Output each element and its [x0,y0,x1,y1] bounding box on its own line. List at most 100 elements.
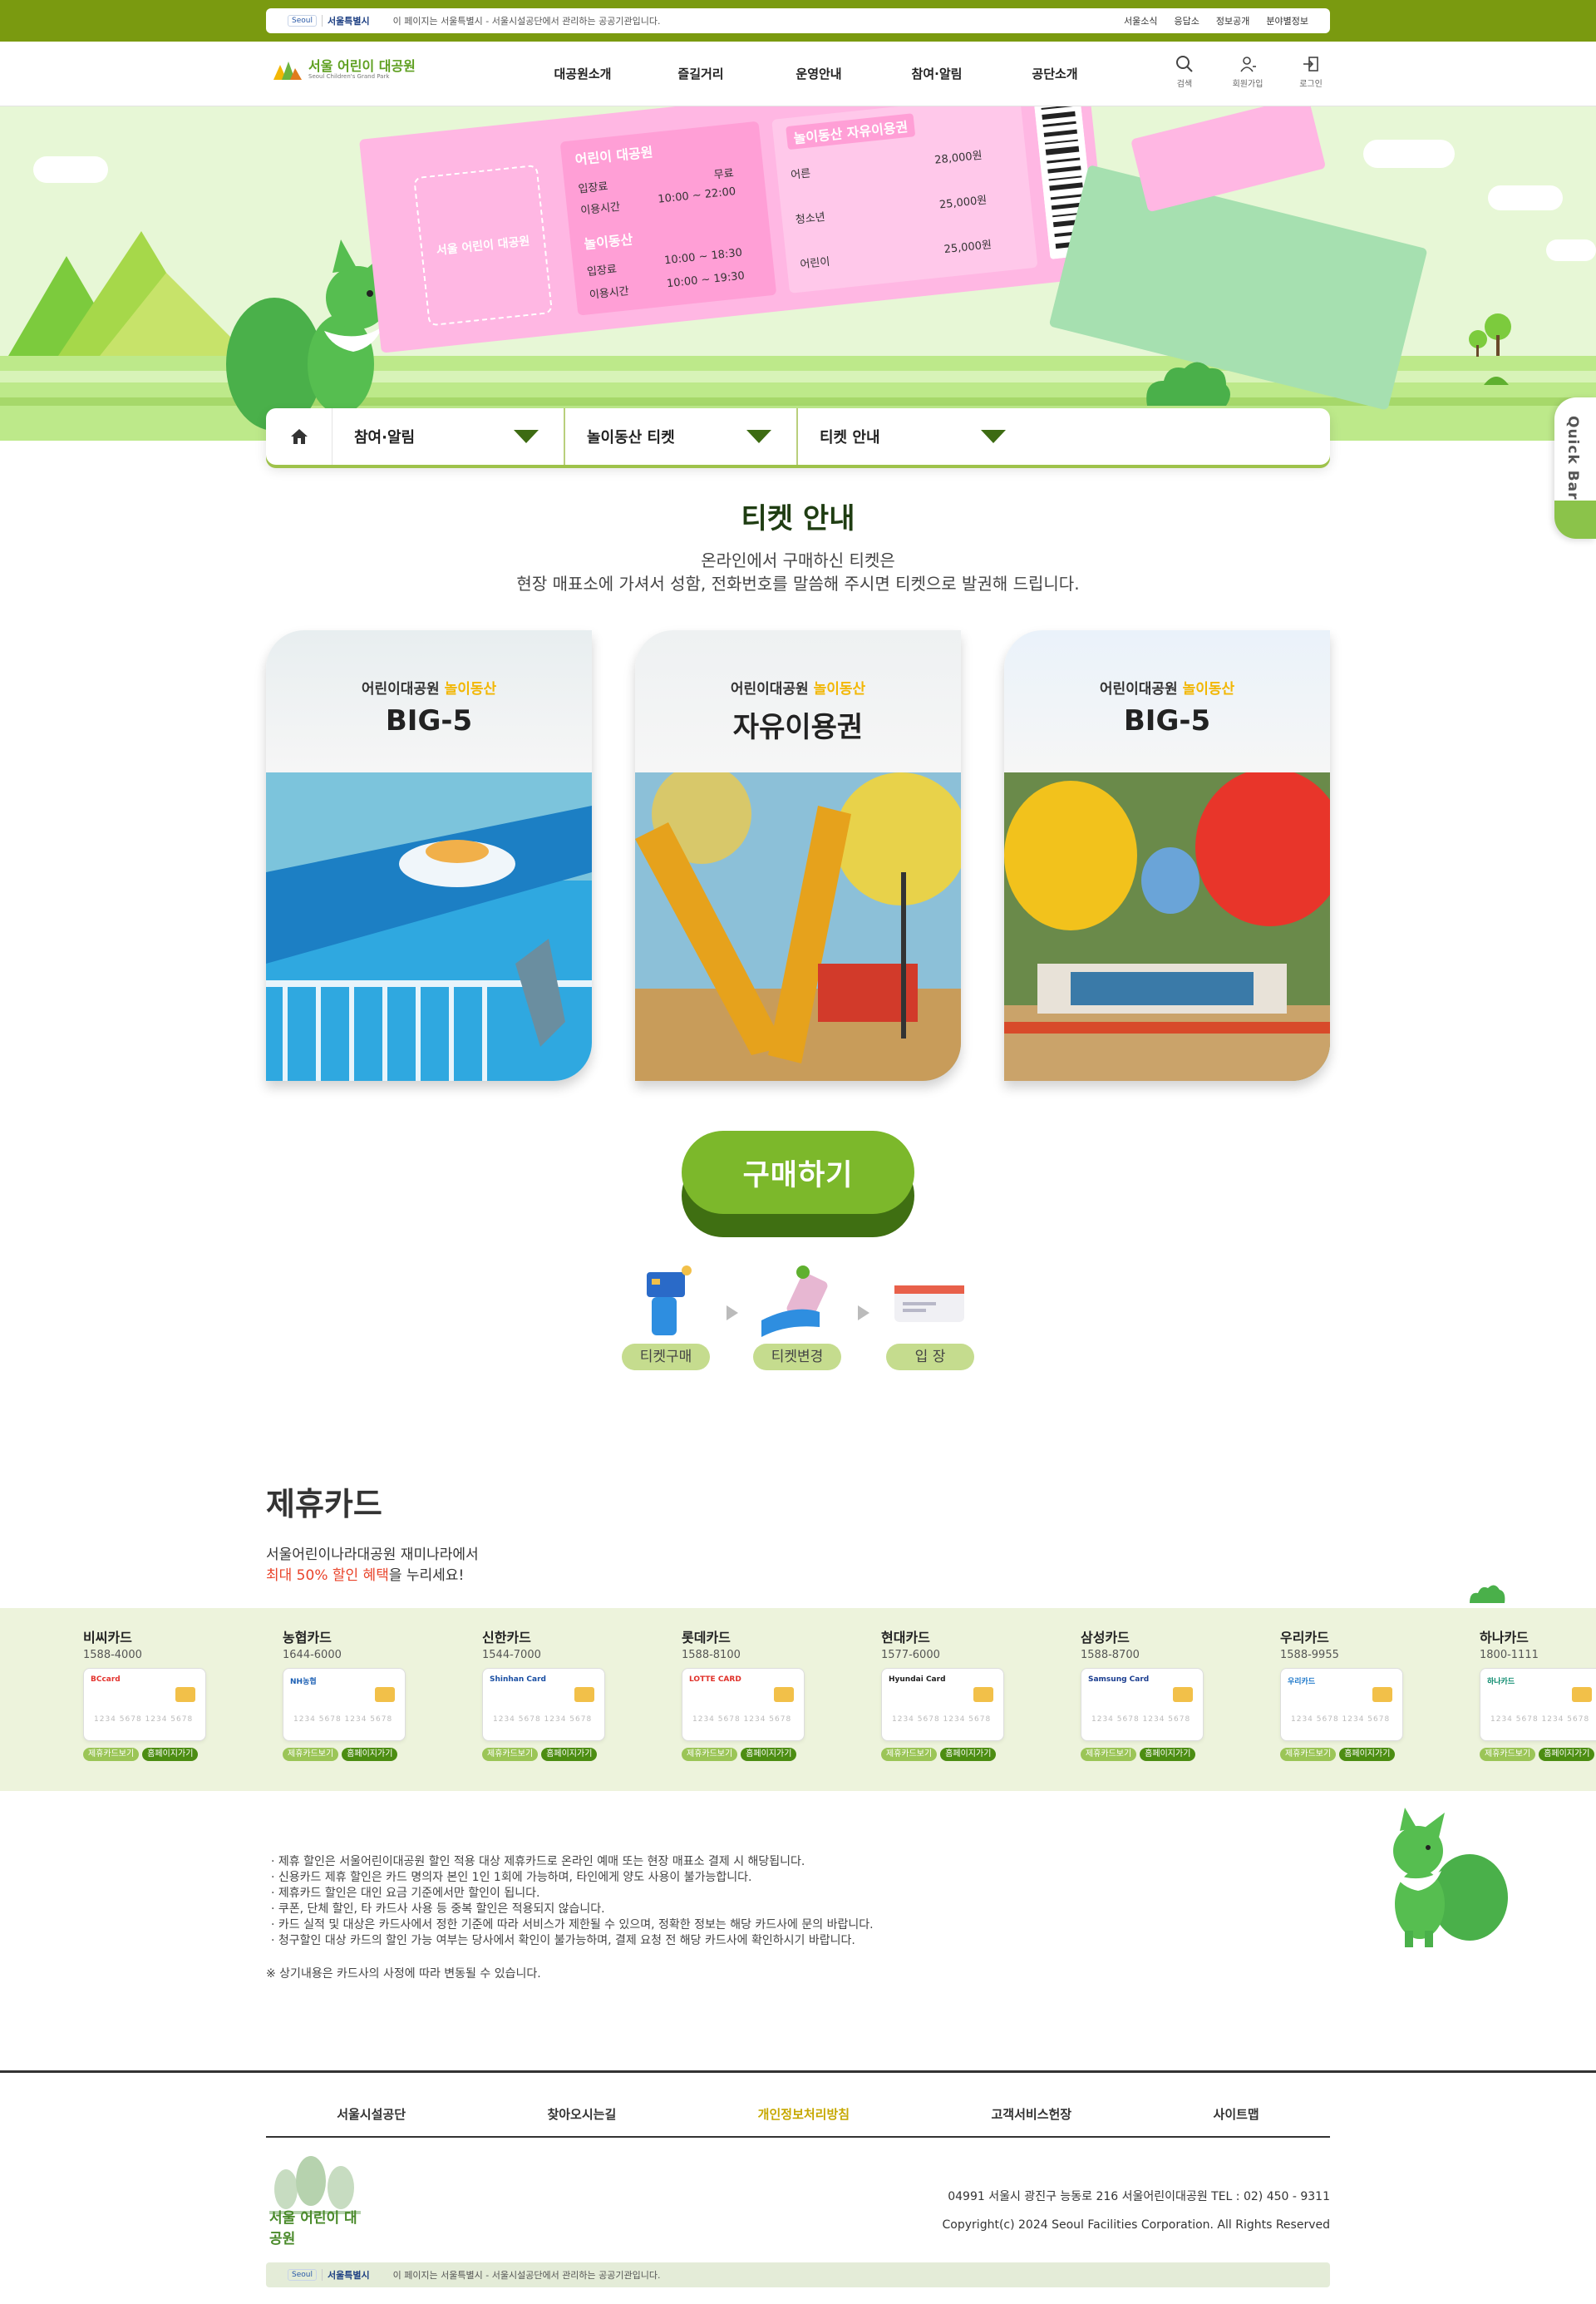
partner-card-nh: 농협카드 1644-6000 NH농협 1234 5678 1234 5678 제… [283,1626,407,1761]
chip-icon [973,1687,993,1702]
logo-korean: 서울 어린이 대공원 [308,58,416,74]
card-homepage-button[interactable]: 홈페이지가기 [1339,1748,1396,1761]
card-subtitle: 어린이대공원 놀이동산 [1004,677,1330,698]
login-button[interactable]: 로그인 [1292,55,1330,89]
nav-operations[interactable]: 운영안내 [760,42,878,106]
card-subtitle-ride: 놀이동산 [444,681,497,698]
notice-item: · 쿠폰, 단체 할인, 타 카드사 사용 등 중복 할인은 적용되지 않습니다… [271,1902,605,1916]
ticket-park-entry: 입장료 [577,180,609,196]
gov-logos[interactable]: Seoul 서울특별시 [288,14,370,27]
card-view-button[interactable]: 제휴카드보기 [682,1748,738,1761]
gov-logos[interactable]: Seoul 서울특별시 [288,2268,370,2282]
search-button[interactable]: 검색 [1165,55,1204,89]
subnav-depth3-label: 티켓 안내 [820,429,880,446]
ticket-ride-hours-val: 10:00 ~ 19:30 [666,269,746,291]
home-button[interactable] [266,408,332,465]
nav-attractions[interactable]: 즐길거리 [642,42,760,106]
step-purchase: 티켓구매 [622,1262,710,1370]
card-homepage-button[interactable]: 홈페이지가기 [940,1748,997,1761]
hero-banner: 서울 어린이 대공원 어린이 대공원 입장료 무료 이용시간 10:00 ~ 2… [0,106,1596,441]
card-homepage-button[interactable]: 홈페이지가기 [541,1748,598,1761]
price-label-youth: 청소년 [795,210,826,227]
page-title: 티켓 안내 [741,502,855,535]
partner-card-desc-line1: 서울어린이나라대공원 재미나라에서 [266,1547,479,1563]
card-tel: 1588-4000 [83,1649,142,1661]
partner-card-samsung: 삼성카드 1588-8700 Samsung Card 1234 5678 123… [1081,1626,1205,1761]
chevron-down-icon [514,430,539,443]
chip-icon [1572,1687,1592,1702]
chip-icon [1173,1687,1193,1702]
subnav-depth1-dropdown[interactable]: 참여·알림 [332,408,565,465]
price-value-youth: 25,000원 [938,194,988,212]
card-homepage-button[interactable]: 홈페이지가기 [741,1748,797,1761]
card-name: 삼성카드 [1081,1630,1130,1645]
card-buttons: 제휴카드보기 홈페이지가기 [283,1748,407,1761]
footer-link-privacy[interactable]: 개인정보처리방침 [758,2105,850,2123]
top-link-news[interactable]: 서울소식 [1124,14,1157,27]
subnav-depth2-dropdown[interactable]: 놀이동산 티켓 [565,408,798,465]
footer-link-service-charter[interactable]: 고객서비스헌장 [992,2105,1072,2123]
step-purchase-label: 티켓구매 [622,1344,710,1370]
card-view-button[interactable]: 제휴카드보기 [283,1748,339,1761]
card-buttons: 제휴카드보기 홈페이지가기 [682,1748,806,1761]
ticket-park-hours-val: 10:00 ~ 22:00 [657,185,736,206]
card-subtitle-park: 어린이대공원 [361,681,440,698]
ticket-card-free-pass[interactable]: 어린이대공원 놀이동산 자유이용권 [635,630,961,1081]
main-nav: 대공원소개 즐길거리 운영안내 참여·알림 공단소개 [524,42,1114,106]
partner-card-title: 제휴카드 [266,1486,382,1522]
card-homepage-button[interactable]: 홈페이지가기 [1539,1748,1595,1761]
join-button[interactable]: 회원가입 [1229,55,1267,89]
card-view-button[interactable]: 제휴카드보기 [881,1748,938,1761]
chip-icon [1372,1687,1392,1702]
nav-about-park[interactable]: 대공원소개 [524,42,642,106]
header-utils: 검색 회원가입 로그인 [1165,55,1330,89]
notice-item: · 청구할인 대상 카드의 할인 가능 여부는 당사에서 확인이 불가능하며, … [271,1934,855,1947]
footer-link-sitemap[interactable]: 사이트맵 [1214,2105,1259,2123]
chip-icon [175,1687,195,1702]
card-view-button[interactable]: 제휴카드보기 [1081,1748,1137,1761]
card-image: Hyundai Card 1234 5678 1234 5678 [881,1668,1004,1741]
card-number: 1234 5678 1234 5678 [1490,1715,1590,1724]
card-buttons: 제휴카드보기 홈페이지가기 [1480,1748,1596,1761]
balloon-ride-image [1004,772,1330,1081]
seoul-city-logo: 서울특별시 [327,2270,370,2281]
chevron-down-icon [981,430,1006,443]
step-entry: 입 장 [886,1262,974,1370]
card-homepage-button[interactable]: 홈페이지가기 [342,1748,398,1761]
partner-card-hyundai: 현대카드 1577-6000 Hyundai Card 1234 5678 123… [881,1626,1006,1761]
main-header: 서울 어린이 대공원 Seoul Children's Grand Park 대… [0,42,1596,106]
park-logo-icon [273,62,302,80]
card-view-button[interactable]: 제휴카드보기 [1280,1748,1337,1761]
ticket-card-big5-balloon[interactable]: 어린이대공원 놀이동산 BIG-5 [1004,630,1330,1081]
top-link-disclosure[interactable]: 정보공개 [1216,14,1249,27]
ticket-icon [894,1285,964,1322]
partner-card-shinhan: 신한카드 1544-7000 Shinhan Card 1234 5678 123… [482,1626,607,1761]
i-seoul-logo: Seoul [288,15,317,27]
nav-corporation[interactable]: 공단소개 [996,42,1114,106]
partner-card-hana: 하나카드 1800-1111 하나카드 1234 5678 1234 5678 제… [1480,1626,1596,1761]
card-subtitle: 어린이대공원 놀이동산 [635,677,961,698]
card-view-button[interactable]: 제휴카드보기 [83,1748,140,1761]
ticket-card-big5-water[interactable]: 어린이대공원 놀이동산 BIG-5 [266,630,592,1081]
gov-notice: 이 페이지는 서울특별시 - 서울시설공단에서 관리하는 공공기관입니다. [392,16,661,27]
footer-link-directions[interactable]: 찾아오시는길 [547,2105,616,2123]
subnav-depth3-dropdown[interactable]: 티켓 안내 [798,408,1031,465]
card-buttons: 제휴카드보기 홈페이지가기 [1081,1748,1205,1761]
card-image: Samsung Card 1234 5678 1234 5678 [1081,1668,1204,1741]
card-brand: Samsung Card [1088,1675,1150,1684]
search-icon [1176,56,1193,72]
card-view-button[interactable]: 제휴카드보기 [1480,1748,1536,1761]
top-link-field-info[interactable]: 분야별정보 [1266,14,1308,27]
step-change: 티켓변경 [753,1262,841,1370]
site-logo[interactable]: 서울 어린이 대공원 Seoul Children's Grand Park [272,58,416,81]
card-homepage-button[interactable]: 홈페이지가기 [142,1748,199,1761]
card-view-button[interactable]: 제휴카드보기 [482,1748,539,1761]
ticket-park-hours: 이용시간 [579,200,621,218]
footer-link-corporation[interactable]: 서울시설공단 [337,2105,406,2123]
top-link-response[interactable]: 응답소 [1175,14,1199,27]
card-homepage-button[interactable]: 홈페이지가기 [1140,1748,1196,1761]
buy-button[interactable]: 구매하기 [682,1131,914,1239]
ticket-park-entry-val: 무료 [713,167,735,182]
home-icon [290,429,308,444]
nav-participation[interactable]: 참여·알림 [878,42,996,106]
